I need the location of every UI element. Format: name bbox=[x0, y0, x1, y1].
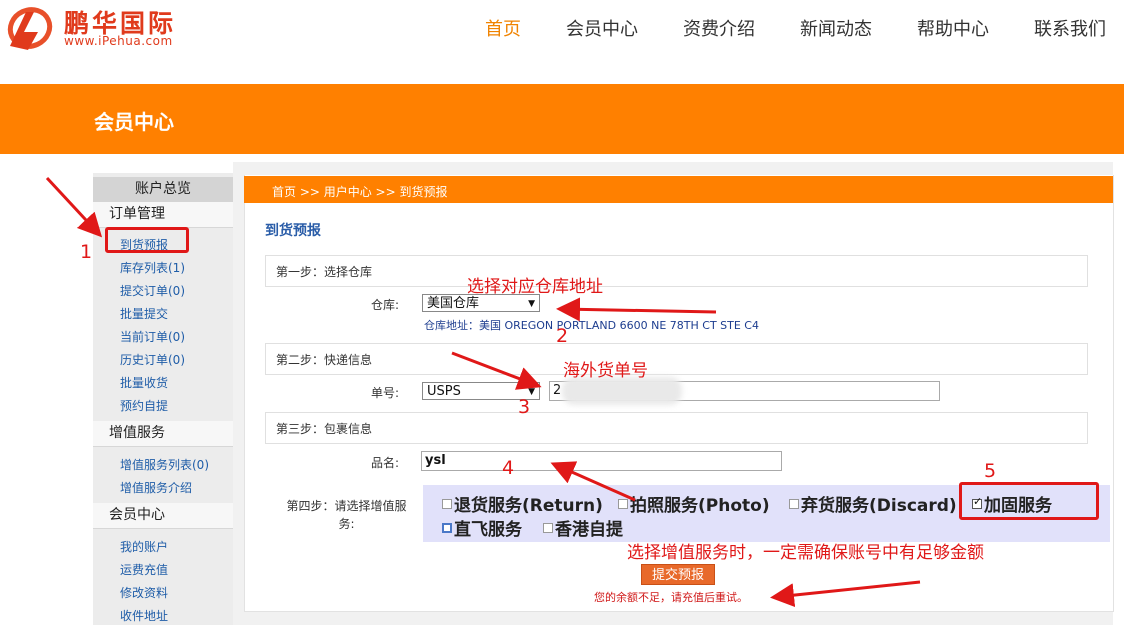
step4-label: 第四步：请选择增值服务: bbox=[286, 499, 407, 531]
redacted-area bbox=[562, 377, 682, 405]
nav-news[interactable]: 新闻动态 bbox=[800, 15, 872, 41]
tracking-label: 单号: bbox=[371, 386, 400, 400]
step3-box bbox=[265, 412, 1088, 444]
annotation-box-1 bbox=[105, 227, 189, 253]
warehouse-address: 仓库地址：美国 OREGON PORTLAND 6600 NE 78TH CT … bbox=[424, 319, 759, 332]
service-discard[interactable]: 弃货服务(Discard) bbox=[789, 491, 957, 516]
dropdown-arrow-icon: ▼ bbox=[528, 299, 535, 309]
annotation-number-5: 5 bbox=[984, 460, 997, 482]
service-return[interactable]: 退货服务(Return) bbox=[442, 491, 603, 516]
step1-label: 第一步：选择仓库 bbox=[276, 265, 373, 279]
logo-icon bbox=[7, 7, 53, 50]
carrier-value: USPS bbox=[427, 384, 461, 399]
annotation-select-warehouse: 选择对应仓库地址 bbox=[467, 277, 603, 297]
sidebar-item-edit-profile[interactable]: 修改资料 bbox=[120, 584, 168, 601]
logo-url: www.iPehua.com bbox=[64, 34, 173, 48]
annotation-number-3: 3 bbox=[518, 396, 531, 418]
annotation-box-5 bbox=[959, 482, 1099, 520]
sidebar-item-service-list[interactable]: 增值服务列表(0) bbox=[120, 456, 209, 473]
step3-label: 第三步：包裹信息 bbox=[276, 422, 373, 436]
sidebar-item-self-pickup[interactable]: 预约自提 bbox=[120, 397, 168, 414]
annotation-service-note: 选择增值服务时，一定需确保账号中有足够金额 bbox=[627, 543, 984, 563]
annotation-number-1: 1 bbox=[80, 241, 93, 263]
service-hk-pickup[interactable]: 香港自提 bbox=[543, 515, 623, 540]
arrow-1 bbox=[45, 176, 103, 238]
annotation-number-2: 2 bbox=[556, 325, 569, 347]
sidebar-overview[interactable]: 账户总览 bbox=[93, 177, 233, 202]
sidebar-item-inventory[interactable]: 库存列表(1) bbox=[120, 259, 185, 276]
product-name-label: 品名: bbox=[371, 456, 400, 470]
checkbox[interactable] bbox=[442, 523, 452, 533]
service-photo[interactable]: 拍照服务(Photo) bbox=[618, 491, 770, 516]
step2-box bbox=[265, 343, 1088, 375]
nav-home[interactable]: 首页 bbox=[485, 15, 521, 41]
warehouse-value: 美国仓库 bbox=[427, 296, 480, 311]
sidebar-group-orders: 订单管理 bbox=[93, 202, 233, 228]
nav-member-center[interactable]: 会员中心 bbox=[566, 15, 638, 41]
sidebar-item-recharge[interactable]: 运费充值 bbox=[120, 561, 168, 578]
checkbox[interactable] bbox=[618, 499, 628, 509]
sidebar-item-my-account[interactable]: 我的账户 bbox=[120, 538, 168, 555]
page-title: 到货预报 bbox=[265, 223, 321, 239]
nav-contact[interactable]: 联系我们 bbox=[1034, 15, 1106, 41]
annotation-number-4: 4 bbox=[502, 457, 515, 479]
sidebar-group-services: 增值服务 bbox=[93, 421, 233, 447]
checkbox[interactable] bbox=[789, 499, 799, 509]
sidebar-item-submit-order[interactable]: 提交订单(0) bbox=[120, 282, 185, 299]
sidebar-item-service-intro[interactable]: 增值服务介绍 bbox=[120, 479, 192, 496]
annotation-overseas-tracking: 海外货单号 bbox=[563, 361, 648, 381]
warehouse-label: 仓库: bbox=[371, 298, 400, 312]
balance-warning: 您的余额不足，请充值后重试。 bbox=[594, 591, 748, 604]
checkbox[interactable] bbox=[442, 499, 452, 509]
step2-label: 第二步：快递信息 bbox=[276, 353, 373, 367]
sidebar-group-member: 会员中心 bbox=[93, 503, 233, 529]
banner-title: 会员中心 bbox=[94, 110, 174, 134]
sidebar-item-batch-receive[interactable]: 批量收货 bbox=[120, 374, 168, 391]
submit-forecast-button[interactable]: 提交预报 bbox=[641, 564, 715, 585]
sidebar-item-current-orders[interactable]: 当前订单(0) bbox=[120, 328, 185, 345]
sidebar-item-batch-submit[interactable]: 批量提交 bbox=[120, 305, 168, 322]
checkbox[interactable] bbox=[543, 523, 553, 533]
sidebar-item-addresses[interactable]: 收件地址 bbox=[120, 607, 168, 624]
breadcrumb[interactable]: 首页 >> 用户中心 >> 到货预报 bbox=[272, 183, 447, 200]
sidebar-item-history-orders[interactable]: 历史订单(0) bbox=[120, 351, 185, 368]
step1-box bbox=[265, 255, 1088, 287]
service-direct-flight[interactable]: 直飞服务 bbox=[442, 515, 522, 540]
product-name-input[interactable]: ysl bbox=[421, 451, 782, 471]
nav-pricing[interactable]: 资费介绍 bbox=[683, 15, 755, 41]
nav-help[interactable]: 帮助中心 bbox=[917, 15, 989, 41]
